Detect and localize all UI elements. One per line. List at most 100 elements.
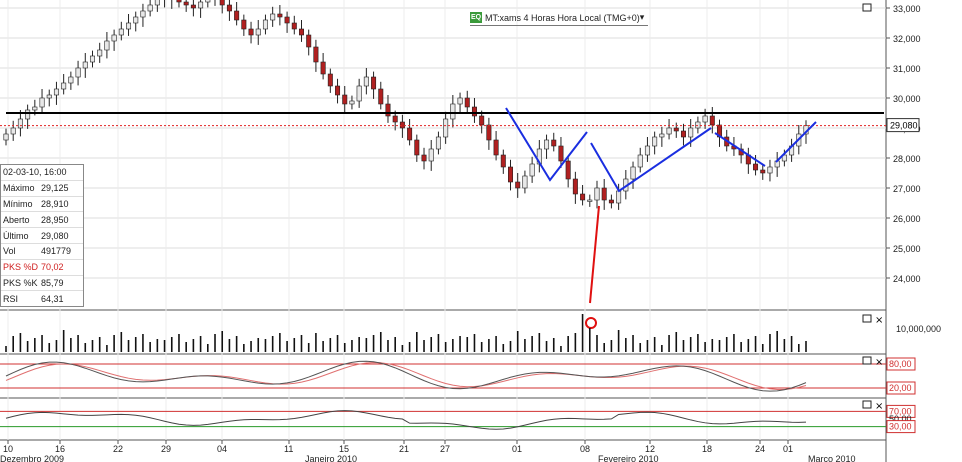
candle-body [753,163,759,171]
candle-body [594,187,600,201]
price-tick-label: 30,000 [893,94,921,104]
candle-body [241,19,247,30]
stoch-level-label: 80,00 [889,359,912,369]
month-label: Março 2010 [808,454,856,462]
close-icon[interactable]: × [875,357,883,368]
volume-tick-label: 10,000,000 [896,324,941,334]
candle-body [371,76,377,90]
time-tick-label: 11 [284,444,293,454]
candle-body [522,175,528,189]
month-label: Fevereiro 2010 [598,454,659,462]
info-row-pksd: PKS %D 70,02 [1,258,83,275]
candle-body [688,127,694,138]
candle-body [479,115,485,126]
eq-icon: EQ [470,12,482,23]
info-datetime: 02-03-10, 16:00 [3,167,67,178]
close-icon[interactable]: × [875,315,883,326]
candle-body [306,34,312,48]
candle-body [255,28,261,36]
candle-body [53,88,59,96]
candle-body [637,154,643,168]
maximize-icon[interactable] [862,400,872,409]
candle-body [291,22,297,30]
price-tick-label: 31,000 [893,64,921,74]
candle-body [118,28,124,36]
candle-body [421,154,427,162]
dropdown-arrow-icon[interactable]: ▾ [640,12,645,23]
candle-body [75,67,81,78]
candle-body [46,94,52,99]
candle-body [695,121,701,129]
price-tick-label: 27,000 [893,184,921,194]
info-row-pksk: PKS %K 85,79 [1,274,83,291]
candle-body [219,0,225,6]
candle-body [709,115,715,126]
candle-body [234,10,240,21]
time-tick-label: 01 [783,444,793,454]
price-axis: 33,00032,00031,00030,00029,00028,00027,0… [886,4,921,284]
time-tick-label: 10 [3,444,13,454]
time-tick-label: 04 [217,444,227,454]
candle-body [3,133,9,141]
time-tick-label: 15 [339,444,349,454]
candle-body [133,16,139,24]
candle-body [342,94,348,105]
candle-body [68,76,74,84]
candle-body [457,97,463,105]
candle-body [126,22,132,30]
time-tick-label: 16 [55,444,65,454]
close-icon[interactable]: × [875,401,883,412]
candle-body [284,16,290,24]
candle-body [644,145,650,156]
month-label: Dezembro 2009 [0,454,64,462]
info-row-last: Último 29,080 [1,227,83,243]
candle-body [558,145,564,162]
candle-body [82,61,88,69]
info-panel: 02-03-10, 16:00 Máximo 29,125 Mínimo 28,91… [0,164,84,308]
candle-body [97,49,103,57]
candle-body [601,187,607,201]
candle-body [544,139,550,150]
candle-body [428,148,434,162]
candle-body [666,127,672,135]
candle-body [327,73,333,87]
candle-body [435,136,441,150]
candle-body [190,4,196,9]
candle-body [659,133,665,138]
price-tick-label: 24,000 [893,274,921,284]
volume-spike-marker [585,317,597,329]
price-tick-label: 28,000 [893,154,921,164]
candle-body [565,160,571,180]
candle-body [248,28,254,36]
candle-body [385,103,391,117]
info-row-rsi: RSI 64,31 [1,290,83,306]
candle-body [529,163,535,177]
price-tick-label: 32,000 [893,34,921,44]
candle-body [378,88,384,105]
candle-body [10,127,16,135]
candle-body [25,109,31,120]
candle-body [104,40,110,51]
maximize-icon[interactable] [862,3,872,12]
info-row-max: Máximo 29,125 [1,179,83,196]
candle-body [320,61,326,75]
info-row-min: Mínimo 28,910 [1,195,83,212]
maximize-icon[interactable] [862,356,872,365]
candle-body [673,127,679,132]
candle-body [61,82,67,90]
candle-body [414,139,420,156]
candle-body [154,0,160,6]
candle-body [392,115,398,123]
maximize-icon[interactable] [862,314,872,323]
volume-bars: 10,000,000 [5,314,941,352]
time-axis: 10 16 22 29 04 11 15 21 27 01 08 12 18 24 01 Dezembro 2… [0,440,856,462]
candle-body [551,139,557,147]
time-tick-label: 08 [580,444,590,454]
candle-body [587,199,593,202]
candle-body [298,28,304,36]
chart-title[interactable]: EQ MT:xams 4 Horas Hora Local (TMG+0) ▾ [470,10,649,26]
candle-body [493,139,499,156]
candle-body [500,154,506,168]
candle-body [198,1,204,9]
stoch-level-label: 20,00 [889,383,912,393]
